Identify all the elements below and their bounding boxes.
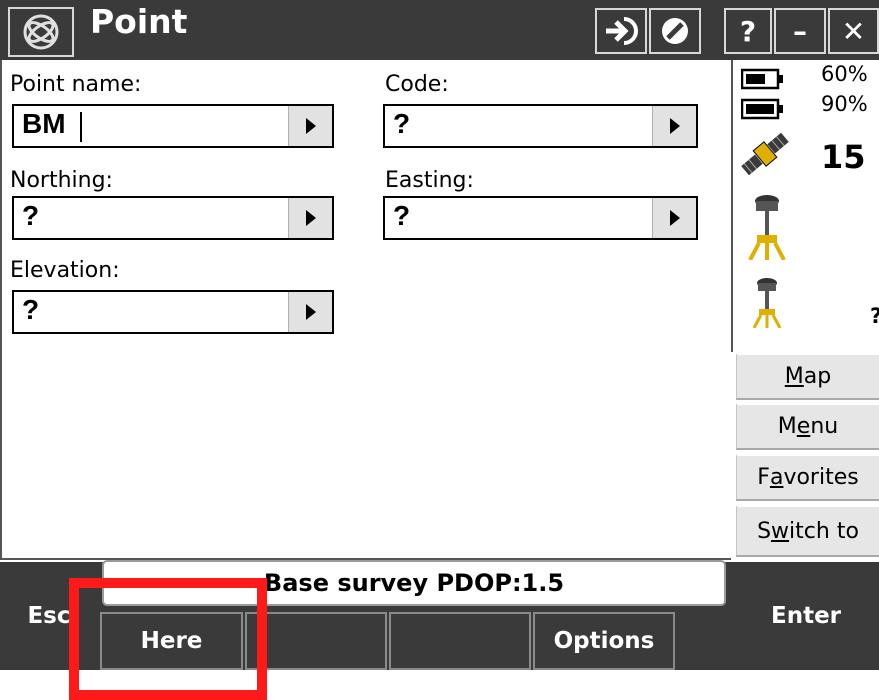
- close-button[interactable]: ✕: [828, 8, 879, 54]
- point-name-arrow-button[interactable]: [288, 106, 332, 146]
- favorites-button-label-post: vorites: [783, 465, 859, 490]
- menu-button-label-pre: M: [777, 414, 797, 439]
- northing-field[interactable]: ?: [12, 196, 334, 240]
- point-name-field[interactable]: BM: [12, 104, 334, 148]
- battery-icon[interactable]: [740, 98, 785, 124]
- point-form: Point name: BM Code: ? Northing: ? Easti…: [0, 60, 731, 560]
- play-right-icon: [669, 210, 680, 226]
- trimble-logo-icon[interactable]: [8, 7, 74, 57]
- switch-to-button-label-hotkey: w: [771, 518, 790, 544]
- battery-1-level: 60%: [821, 62, 868, 86]
- northing-value: ?: [22, 200, 40, 231]
- menu-button-label-hotkey: e: [796, 414, 811, 439]
- status-pane: 60% 90% 15: [731, 60, 879, 352]
- favorites-button[interactable]: Fa vorites: [736, 454, 879, 501]
- base-receiver-icon[interactable]: [747, 194, 787, 264]
- switch-to-button-label-post: itch to: [789, 518, 859, 544]
- point-name-value: BM: [22, 108, 66, 139]
- satellite-icon[interactable]: [737, 126, 793, 186]
- play-right-icon: [305, 210, 316, 226]
- favorites-button-label-hotkey: a: [769, 465, 784, 490]
- map-button-label-post: ap: [803, 364, 832, 389]
- code-label: Code:: [385, 72, 449, 97]
- menu-button-label-post: nu: [810, 414, 839, 439]
- easting-field[interactable]: ?: [383, 196, 698, 240]
- code-value: ?: [393, 108, 411, 139]
- easting-arrow-button[interactable]: [652, 198, 696, 238]
- elevation-arrow-button[interactable]: [288, 292, 332, 332]
- elevation-label: Elevation:: [10, 258, 120, 283]
- text-cursor: [80, 112, 82, 142]
- rover-receiver-icon[interactable]: [751, 278, 783, 332]
- battery-icon[interactable]: [740, 68, 785, 94]
- survey-status-bar: Base survey PDOP:1.5: [102, 560, 726, 606]
- softkey-3[interactable]: [389, 612, 531, 670]
- esc-button[interactable]: Esc: [0, 562, 98, 670]
- northing-label: Northing:: [10, 168, 113, 193]
- window-title: Point: [90, 2, 188, 41]
- northing-arrow-button[interactable]: [288, 198, 332, 238]
- title-bar: Point ? – ✕: [0, 0, 879, 60]
- easting-value: ?: [393, 200, 411, 231]
- play-right-icon: [669, 118, 680, 134]
- point-name-label: Point name:: [10, 72, 142, 97]
- map-button-label-hotkey: M: [784, 364, 804, 389]
- map-button[interactable]: Map: [736, 353, 879, 400]
- minimize-button[interactable]: –: [774, 8, 826, 54]
- here-softkey[interactable]: Here: [100, 612, 243, 670]
- satellite-count: 15: [821, 138, 866, 176]
- play-right-icon: [305, 304, 316, 320]
- softkey-2[interactable]: [245, 612, 387, 670]
- help-button[interactable]: ?: [724, 8, 772, 54]
- code-arrow-button[interactable]: [652, 106, 696, 146]
- menu-button[interactable]: Me nu: [736, 403, 879, 450]
- options-softkey[interactable]: Options: [533, 612, 675, 670]
- elevation-field[interactable]: ?: [12, 290, 334, 334]
- easting-label: Easting:: [385, 168, 474, 193]
- enter-button[interactable]: Enter: [733, 562, 879, 670]
- switch-to-button-label-pre: S: [757, 518, 772, 544]
- elevation-value: ?: [22, 294, 40, 325]
- play-right-icon: [305, 118, 316, 134]
- switch-to-button[interactable]: Sw itch to: [736, 505, 879, 557]
- no-entry-icon[interactable]: [649, 8, 701, 54]
- battery-2-level: 90%: [821, 92, 868, 116]
- connect-icon[interactable]: [595, 8, 647, 54]
- code-field[interactable]: ?: [383, 104, 698, 148]
- rover-status: ?: [870, 304, 879, 328]
- favorites-button-label-pre: F: [757, 465, 770, 490]
